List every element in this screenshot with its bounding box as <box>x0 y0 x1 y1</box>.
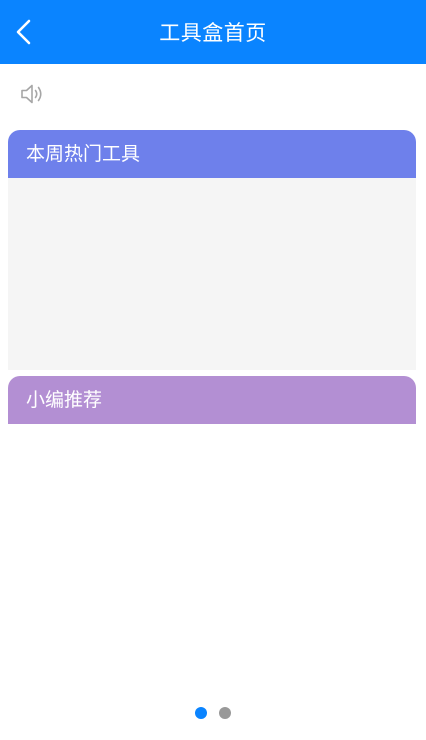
hot-tools-section-header: 本周热门工具 <box>8 130 416 178</box>
page-dot-2[interactable] <box>219 707 231 719</box>
page-indicator <box>0 707 426 719</box>
announcement-area <box>19 82 47 106</box>
editor-picks-section-header: 小编推荐 <box>8 376 416 424</box>
page-dot-1[interactable] <box>195 707 207 719</box>
page-title: 工具盒首页 <box>159 21 267 45</box>
hot-tools-content <box>8 178 416 370</box>
top-app-bar: 工具盒首页 <box>0 0 426 64</box>
speaker-icon <box>21 84 42 104</box>
hot-tools-title: 本周热门工具 <box>26 143 141 165</box>
editor-picks-title: 小编推荐 <box>26 389 103 411</box>
